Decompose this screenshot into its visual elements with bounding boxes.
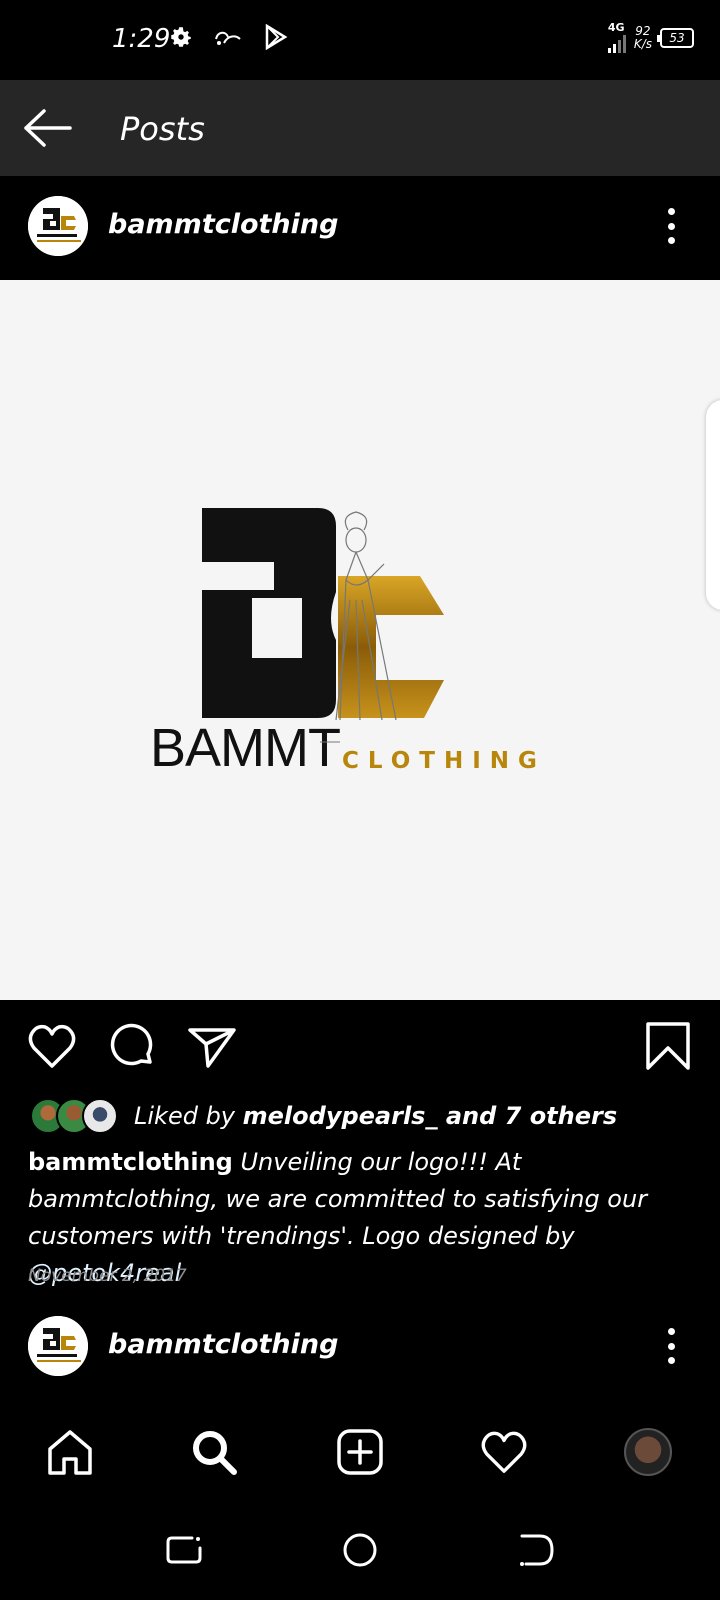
likes-row[interactable]: Liked by melodypearls_ and 7 others <box>30 1094 617 1138</box>
nav-profile[interactable] <box>620 1424 676 1480</box>
liker-avatar <box>82 1098 118 1134</box>
likes-prefix: Liked by <box>134 1102 243 1130</box>
bottom-nav <box>0 1404 720 1504</box>
avatar[interactable] <box>28 1316 88 1376</box>
network-speed-value: 92 <box>635 23 651 38</box>
nav-search[interactable] <box>186 1424 242 1480</box>
liked-by-user[interactable]: melodypearls_ <box>243 1102 438 1130</box>
logo-subtitle: CLOTHING <box>342 748 546 774</box>
comment-icon[interactable] <box>106 1020 158 1072</box>
back-nav-icon[interactable] <box>514 1528 558 1572</box>
more-options-icon[interactable] <box>668 1328 676 1364</box>
app-bar: Posts <box>0 80 720 176</box>
network-type: 4G <box>607 21 625 34</box>
caption-username[interactable]: bammtclothing <box>28 1148 233 1176</box>
home-icon <box>48 1430 92 1475</box>
edge-panel-handle[interactable] <box>706 400 720 610</box>
page-title: Posts <box>120 110 205 148</box>
search-icon <box>193 1431 237 1475</box>
brand-logo-small <box>28 196 88 256</box>
status-icons-left <box>168 24 288 50</box>
brand-logo-small <box>28 1316 88 1376</box>
signal-indicator: 4G <box>607 21 626 53</box>
post-date: November 2, 2017 <box>28 1266 187 1286</box>
battery-icon: 53 <box>657 27 694 48</box>
gear-icon <box>171 27 191 47</box>
likes-others[interactable]: and 7 others <box>437 1102 617 1130</box>
post-image[interactable]: BAMMT CLOTHING <box>0 280 720 1000</box>
arrow-left-icon[interactable] <box>22 108 72 148</box>
nav-home[interactable] <box>42 1424 98 1480</box>
brand-logo: BAMMT CLOTHING <box>150 508 546 778</box>
system-nav-bar <box>0 1504 720 1600</box>
status-time: 1:29 <box>112 24 171 54</box>
next-post-header: bammtclothing <box>0 1296 720 1398</box>
likes-text: Liked by melodypearls_ and 7 others <box>134 1102 617 1130</box>
more-options-icon[interactable] <box>668 208 676 244</box>
play-store-icon <box>265 24 288 50</box>
heart-icon <box>481 1431 527 1473</box>
recents-icon[interactable] <box>162 1528 206 1572</box>
network-speed-unit: K/s <box>633 36 652 51</box>
logo-title: BAMMT <box>150 718 340 778</box>
status-bar: 1:29 4G 92 K/s 53 <box>0 0 720 80</box>
signal-bars-icon <box>607 33 626 53</box>
status-icons-right: 4G 92 K/s 53 <box>607 21 694 53</box>
profile-avatar <box>624 1428 672 1476</box>
nav-new-post[interactable] <box>332 1424 388 1480</box>
network-speed: 92 K/s <box>633 23 652 51</box>
post-actions <box>0 1000 720 1088</box>
add-post-icon <box>337 1429 383 1475</box>
avatar[interactable] <box>28 196 88 256</box>
post-header: bammtclothing <box>0 176 720 278</box>
carrier-icon <box>215 31 241 45</box>
nav-activity[interactable] <box>476 1424 532 1480</box>
post-username[interactable]: bammtclothing <box>108 209 338 240</box>
share-icon[interactable] <box>186 1020 238 1072</box>
heart-icon[interactable] <box>26 1020 78 1072</box>
post-username[interactable]: bammtclothing <box>108 1329 338 1360</box>
home-circle-icon[interactable] <box>338 1528 382 1572</box>
bookmark-icon[interactable] <box>642 1020 694 1072</box>
